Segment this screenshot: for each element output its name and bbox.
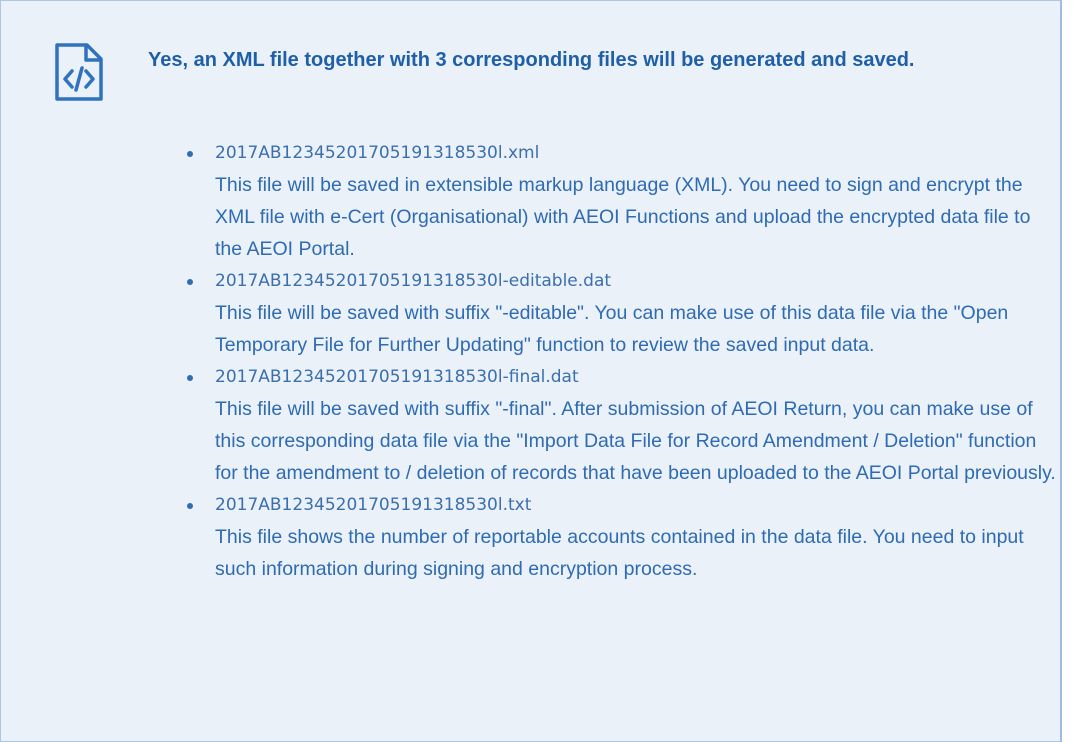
bullet-icon <box>187 375 193 381</box>
bullet-icon <box>187 279 193 285</box>
generated-files-list: 2017AB12345201705191318530l.xml This fil… <box>187 137 1057 585</box>
file-name: 2017AB12345201705191318530l-final.dat <box>215 367 579 387</box>
file-description: This file will be saved with suffix "-ed… <box>215 302 1009 356</box>
bullet-icon <box>187 151 193 157</box>
info-panel: Yes, an XML file together with 3 corresp… <box>0 0 1062 742</box>
file-item-editable: 2017AB12345201705191318530l-editable.dat… <box>187 265 1057 361</box>
file-item-xml: 2017AB12345201705191318530l.xml This fil… <box>187 137 1057 265</box>
file-name: 2017AB12345201705191318530l.txt <box>215 495 532 515</box>
file-description: This file will be saved in extensible ma… <box>215 174 1031 260</box>
file-name: 2017AB12345201705191318530l.xml <box>215 143 540 163</box>
confirmation-message: Yes, an XML file together with 3 corresp… <box>148 49 915 71</box>
file-name: 2017AB12345201705191318530l-editable.dat <box>215 271 612 291</box>
bullet-icon <box>187 503 193 509</box>
xml-file-icon <box>55 43 103 101</box>
file-description: This file will be saved with suffix "-fi… <box>215 398 1056 484</box>
file-item-txt: 2017AB12345201705191318530l.txt This fil… <box>187 489 1057 585</box>
file-description: This file shows the number of reportable… <box>215 526 1024 580</box>
file-item-final: 2017AB12345201705191318530l-final.dat Th… <box>187 361 1057 489</box>
